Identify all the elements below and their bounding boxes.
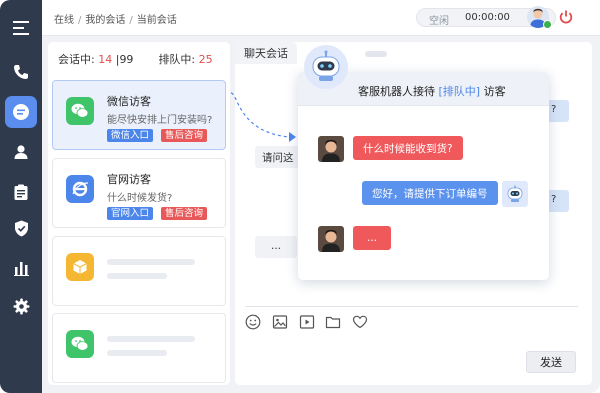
in-session-label: 会话中: <box>58 53 95 66</box>
visitor-avatar <box>318 136 344 162</box>
wechat-icon <box>66 97 94 125</box>
tag-entry: 官网入口 <box>107 207 154 220</box>
message-bubble: ... <box>255 236 297 258</box>
clipboard-icon[interactable] <box>5 176 37 208</box>
session-last-message: 能尽快安排上门安装吗? <box>107 115 213 126</box>
placeholder-line <box>107 259 195 265</box>
tab-chat-session[interactable]: 聊天会话 <box>235 42 297 64</box>
in-session-count: 14 <box>98 53 113 66</box>
robot-reception-overlay: 客服机器人接待 [排队中] 访客 什么时候能收到货? 您好，请提供下订单编号 .… <box>298 72 549 280</box>
message-text: ? <box>551 104 557 115</box>
bar-chart-icon[interactable] <box>5 252 37 284</box>
composer-divider <box>245 306 578 307</box>
overlay-title-prefix: 客服机器人接待 <box>358 85 435 98</box>
visitor-message: ... <box>353 226 391 250</box>
breadcrumb-item: 当前会话 <box>136 15 177 26</box>
session-card-website[interactable]: 官网访客 什么时候发货? 官网入口 售后咨询 <box>52 158 226 228</box>
app-window: 在线 / 我的会话 / 当前会话 空闲 00:00:00 会话中: 14 |99 排队中… <box>0 0 600 393</box>
chat-bubble-icon[interactable] <box>5 96 37 128</box>
visitor-message: 什么时候能收到货? <box>353 136 463 160</box>
visitor-avatar <box>318 226 344 252</box>
queue-label: 排队中: <box>158 53 196 66</box>
image-icon[interactable] <box>272 314 288 330</box>
mini-program-icon <box>66 253 94 281</box>
emoji-icon[interactable] <box>245 314 261 330</box>
tag-entry: 微信入口 <box>107 129 154 142</box>
status-label: 空闲 <box>429 16 449 27</box>
video-icon[interactable] <box>299 314 315 330</box>
queue-count: 25 <box>198 53 213 66</box>
wechat-icon <box>66 330 94 358</box>
message-text: ? <box>551 194 557 205</box>
overlay-title: 客服机器人接待 [排队中] 访客 <box>358 83 506 99</box>
phone-icon[interactable] <box>5 56 37 88</box>
status-timer: 00:00:00 <box>465 12 510 23</box>
gear-icon[interactable] <box>5 290 37 322</box>
shield-icon[interactable] <box>5 212 37 244</box>
breadcrumb: 在线 / 我的会话 / 当前会话 <box>54 11 177 26</box>
power-icon[interactable] <box>558 9 574 25</box>
send-button[interactable]: 发送 <box>526 351 576 373</box>
queue-status-tag: [排队中] <box>438 85 481 98</box>
total-count: 99 <box>119 53 134 66</box>
robot-icon <box>502 181 528 207</box>
session-last-message: 什么时候发货? <box>107 193 173 204</box>
session-title: 官网访客 <box>107 173 151 186</box>
breadcrumb-item[interactable]: 我的会话 <box>85 15 125 26</box>
browser-ie-icon <box>66 175 94 203</box>
breadcrumb-item[interactable]: 在线 <box>54 15 74 26</box>
breadcrumb-separator: / <box>129 15 133 26</box>
session-counts: 会话中: 14 |99 排队中: 25 <box>58 51 213 67</box>
session-title: 微信访客 <box>107 95 151 108</box>
session-list-panel: 会话中: 14 |99 排队中: 25 微信访客 能尽快安排上门安装吗? 微信入… <box>48 42 230 385</box>
placeholder-line <box>107 350 167 356</box>
breadcrumb-separator: / <box>78 15 82 26</box>
placeholder-line <box>365 51 387 57</box>
session-card-placeholder[interactable] <box>52 313 226 383</box>
robot-message: 您好，请提供下订单编号 <box>362 181 498 205</box>
placeholder-line <box>107 273 167 279</box>
session-card-wechat[interactable]: 微信访客 能尽快安排上门安装吗? 微信入口 售后咨询 <box>52 80 226 150</box>
top-bar: 在线 / 我的会话 / 当前会话 空闲 00:00:00 <box>42 0 600 36</box>
session-card-placeholder[interactable] <box>52 236 226 306</box>
heart-icon[interactable] <box>352 314 368 330</box>
online-status-badge <box>543 20 552 29</box>
tag-category: 售后咨询 <box>161 207 208 220</box>
robot-avatar-icon <box>304 45 348 89</box>
sidebar <box>0 0 42 393</box>
menu-icon[interactable] <box>5 12 37 44</box>
folder-icon[interactable] <box>325 314 341 330</box>
placeholder-line <box>107 336 195 342</box>
overlay-title-suffix: 访客 <box>483 85 506 98</box>
tag-category: 售后咨询 <box>161 129 208 142</box>
user-icon[interactable] <box>5 136 37 168</box>
